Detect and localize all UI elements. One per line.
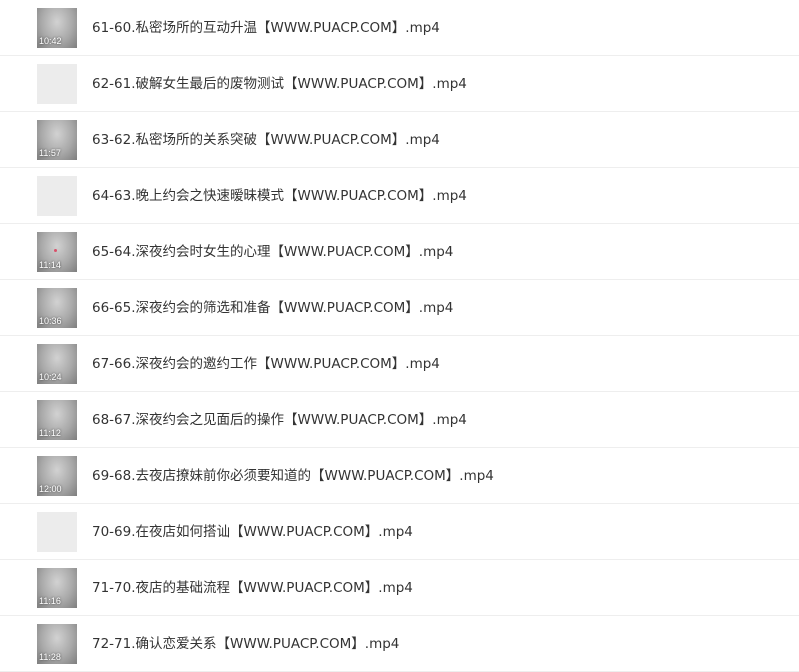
file-name[interactable]: 67-66.深夜约会的邀约工作【WWW.PUACP.COM】.mp4	[92, 336, 440, 392]
video-duration: 10:24	[39, 372, 62, 382]
file-row[interactable]: 62-61.破解女生最后的废物测试【WWW.PUACP.COM】.mp4	[0, 56, 799, 112]
video-duration: 11:12	[39, 428, 61, 438]
file-row[interactable]: 11:14 65-64.深夜约会时女生的心理【WWW.PUACP.COM】.mp…	[0, 224, 799, 280]
file-name[interactable]: 64-63.晚上约会之快速暧昧模式【WWW.PUACP.COM】.mp4	[92, 168, 467, 224]
file-name[interactable]: 61-60.私密场所的互动升温【WWW.PUACP.COM】.mp4	[92, 0, 440, 56]
video-duration: 10:36	[39, 316, 62, 326]
file-list: 10:42 61-60.私密场所的互动升温【WWW.PUACP.COM】.mp4…	[0, 0, 799, 672]
file-name[interactable]: 72-71.确认恋爱关系【WWW.PUACP.COM】.mp4	[92, 616, 399, 672]
file-row[interactable]: 10:42 61-60.私密场所的互动升温【WWW.PUACP.COM】.mp4	[0, 0, 799, 56]
file-name[interactable]: 63-62.私密场所的关系突破【WWW.PUACP.COM】.mp4	[92, 112, 440, 168]
video-thumbnail[interactable]: 11:14	[37, 232, 77, 272]
video-thumbnail[interactable]: 10:36	[37, 288, 77, 328]
video-duration: 11:14	[39, 260, 61, 270]
file-row[interactable]: 10:24 67-66.深夜约会的邀约工作【WWW.PUACP.COM】.mp4	[0, 336, 799, 392]
video-thumbnail[interactable]	[37, 64, 77, 104]
video-thumbnail[interactable]	[37, 176, 77, 216]
file-name[interactable]: 65-64.深夜约会时女生的心理【WWW.PUACP.COM】.mp4	[92, 224, 453, 280]
file-name[interactable]: 66-65.深夜约会的筛选和准备【WWW.PUACP.COM】.mp4	[92, 280, 453, 336]
file-row[interactable]: 64-63.晚上约会之快速暧昧模式【WWW.PUACP.COM】.mp4	[0, 168, 799, 224]
video-duration: 12:00	[39, 484, 62, 494]
video-duration: 11:28	[39, 652, 61, 662]
file-row[interactable]: 70-69.在夜店如何搭讪【WWW.PUACP.COM】.mp4	[0, 504, 799, 560]
video-thumbnail[interactable]: 11:57	[37, 120, 77, 160]
thumbnail-speck	[54, 249, 57, 252]
video-thumbnail[interactable]: 11:28	[37, 624, 77, 664]
file-row[interactable]: 12:00 69-68.去夜店撩妹前你必须要知道的【WWW.PUACP.COM】…	[0, 448, 799, 504]
file-row[interactable]: 11:12 68-67.深夜约会之见面后的操作【WWW.PUACP.COM】.m…	[0, 392, 799, 448]
video-duration: 11:57	[39, 148, 61, 158]
video-thumbnail[interactable]: 10:42	[37, 8, 77, 48]
file-row[interactable]: 11:16 71-70.夜店的基础流程【WWW.PUACP.COM】.mp4	[0, 560, 799, 616]
file-name[interactable]: 71-70.夜店的基础流程【WWW.PUACP.COM】.mp4	[92, 560, 413, 616]
video-thumbnail[interactable]: 12:00	[37, 456, 77, 496]
video-thumbnail[interactable]: 11:12	[37, 400, 77, 440]
file-name[interactable]: 69-68.去夜店撩妹前你必须要知道的【WWW.PUACP.COM】.mp4	[92, 448, 494, 504]
file-row[interactable]: 11:57 63-62.私密场所的关系突破【WWW.PUACP.COM】.mp4	[0, 112, 799, 168]
video-thumbnail[interactable]: 10:24	[37, 344, 77, 384]
video-duration: 10:42	[39, 36, 62, 46]
file-row[interactable]: 10:36 66-65.深夜约会的筛选和准备【WWW.PUACP.COM】.mp…	[0, 280, 799, 336]
video-thumbnail[interactable]: 11:16	[37, 568, 77, 608]
file-name[interactable]: 70-69.在夜店如何搭讪【WWW.PUACP.COM】.mp4	[92, 504, 413, 560]
video-thumbnail[interactable]	[37, 512, 77, 552]
file-row[interactable]: 11:28 72-71.确认恋爱关系【WWW.PUACP.COM】.mp4	[0, 616, 799, 672]
file-name[interactable]: 68-67.深夜约会之见面后的操作【WWW.PUACP.COM】.mp4	[92, 392, 467, 448]
file-name[interactable]: 62-61.破解女生最后的废物测试【WWW.PUACP.COM】.mp4	[92, 56, 467, 112]
video-duration: 11:16	[39, 596, 61, 606]
